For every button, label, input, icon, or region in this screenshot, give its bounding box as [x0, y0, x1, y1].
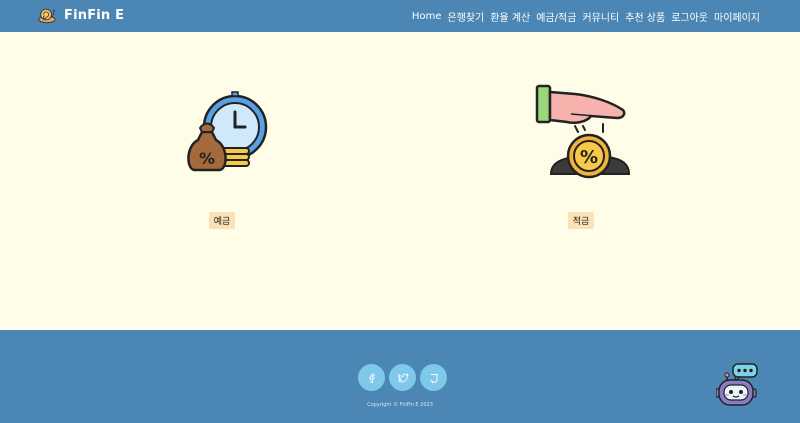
snail-logo-icon — [38, 8, 56, 24]
nav-find-bank[interactable]: 은행찾기 — [447, 9, 484, 24]
savings-hand-coin-icon: % — [535, 84, 631, 179]
deposit-card[interactable]: % 예금 — [122, 32, 322, 229]
facebook-icon — [369, 373, 374, 383]
nav-mypage[interactable]: 마이페이지 — [714, 9, 760, 24]
main-menu: Home 은행찾기 환율 계산 예금/적금 커뮤니티 추천 상품 로그아웃 마이… — [412, 0, 760, 32]
brand-name: FinFin E — [64, 7, 125, 23]
main-content: % 예금 % 적금 — [0, 32, 800, 330]
github-button[interactable] — [420, 364, 447, 391]
savings-label[interactable]: 적금 — [567, 212, 595, 229]
svg-text:%: % — [580, 147, 598, 168]
nav-recommended-products[interactable]: 추천 상품 — [625, 9, 665, 24]
twitter-icon — [397, 372, 409, 382]
deposit-label[interactable]: 예금 — [208, 212, 236, 229]
footer: Copyright © FinFin E 2023 — [0, 330, 800, 423]
facebook-button[interactable] — [358, 364, 385, 391]
nav-exchange-calculator[interactable]: 환율 계산 — [490, 9, 530, 24]
nav-deposit-savings[interactable]: 예금/적금 — [536, 9, 576, 24]
nav-home[interactable]: Home — [412, 11, 442, 22]
chatbot-robot-icon[interactable] — [716, 363, 760, 407]
copyright-text: Copyright © FinFin E 2023 — [367, 402, 433, 408]
brand-link[interactable]: FinFin E — [38, 6, 124, 24]
top-navbar: FinFin E Home 은행찾기 환율 계산 예금/적금 커뮤니티 추천 상… — [0, 0, 800, 32]
github-icon — [430, 373, 437, 383]
social-links — [358, 364, 447, 391]
deposit-money-bag-clock-icon: % — [187, 91, 268, 172]
savings-card[interactable]: % 적금 — [481, 32, 681, 229]
svg-text:%: % — [199, 149, 215, 168]
nav-community[interactable]: 커뮤니티 — [582, 9, 619, 24]
nav-logout[interactable]: 로그아웃 — [671, 9, 708, 24]
twitter-button[interactable] — [389, 364, 416, 391]
